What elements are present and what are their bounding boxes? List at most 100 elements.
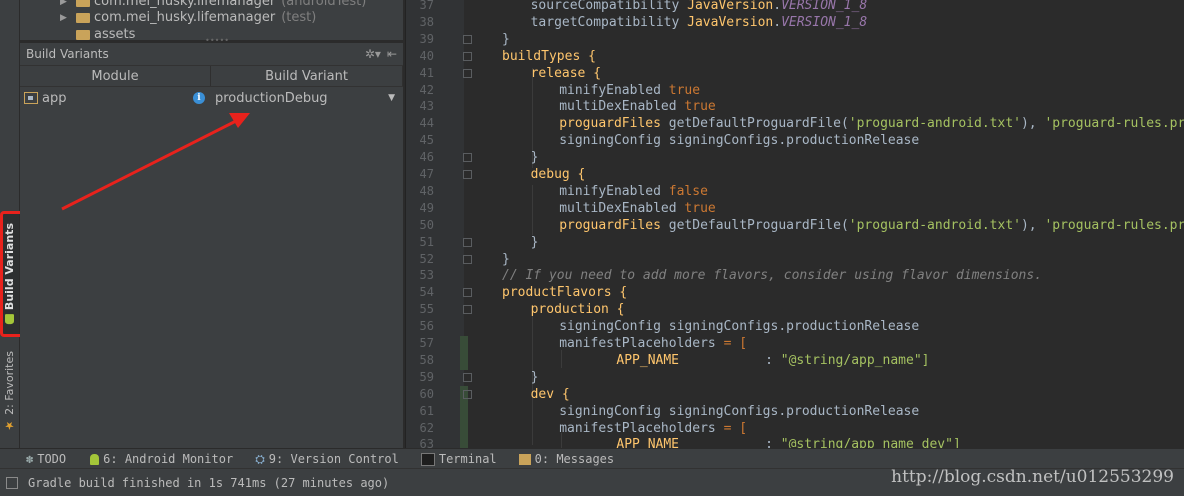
table-header: Module Build Variant [20,66,403,87]
code-line[interactable]: 39} [406,31,1184,48]
line-number: 53 [419,268,434,283]
todo-icon: ✽ [26,452,34,466]
fold-marker-icon[interactable] [463,170,472,179]
fold-marker-icon[interactable] [463,68,472,78]
fold-marker-icon[interactable] [463,389,472,399]
code-line[interactable]: 41 release { [406,65,1184,82]
code-line[interactable]: 45 signingConfig signingConfigs.productio… [406,132,1184,149]
code-line[interactable]: 47 debug { [406,166,1184,183]
build-variant-value: productionDebug [215,90,328,106]
code-line[interactable]: 61 signingConfig signingConfigs.productio… [406,403,1184,420]
code-token: APP_NAME [616,352,766,368]
tab-build-variants[interactable]: Build Variants [0,214,19,334]
gear-icon[interactable]: ✲▾ [365,47,381,61]
code-text: } [502,251,510,268]
line-number: 62 [419,420,434,435]
code-text: signingConfig signingConfigs.productionR… [559,403,919,420]
build-variants-panel: Build Variants ✲▾ ⇤ Module Build Variant… [20,42,403,449]
code-line[interactable]: 56 signingConfig signingConfigs.productio… [406,318,1184,335]
code-text: buildTypes { [502,48,596,65]
code-token: buildTypes { [502,48,596,64]
code-token: signingConfig signingConfigs.productionR… [559,403,920,419]
code-token: true [684,99,716,115]
code-line[interactable]: 55 production { [406,301,1184,318]
code-line[interactable]: 37 sourceCompatibility JavaVersion.VERSIO… [406,0,1184,14]
hide-panel-icon[interactable]: ⇤ [387,47,397,61]
fold-marker-icon[interactable] [463,153,472,163]
code-line[interactable]: 44 proguardFiles getDefaultProguardFile('… [406,115,1184,132]
line-number: 37 [419,0,434,12]
code-token: productFlavors { [502,285,628,301]
code-line[interactable]: 53 // If you need to add more flavors, co… [406,267,1184,284]
expand-arrow-icon[interactable]: ▶ [60,0,76,7]
android-icon [5,314,14,325]
code-line[interactable]: 62 manifestPlaceholders = [ [406,420,1184,437]
code-editor[interactable]: 37 sourceCompatibility JavaVersion.VERSIO… [405,0,1184,448]
code-text: } [531,234,539,251]
fold-marker-icon[interactable] [463,34,472,44]
code-line[interactable]: 40 buildTypes { [406,48,1184,65]
code-token: } [530,234,539,250]
code-token: 'proguard-rules.pro' [1044,217,1184,233]
toggle-tool-windows-icon[interactable] [6,476,18,489]
fold-marker-icon[interactable] [463,372,472,382]
fold-marker-icon[interactable] [463,288,472,298]
tree-item-label: com.mei_husky.lifemanager [94,10,276,25]
code-line[interactable]: 57 manifestPlaceholders = [ [406,335,1184,352]
tab-android-monitor[interactable]: 6: Android Monitor [90,452,233,466]
expand-arrow-icon[interactable]: ▶ [60,13,76,23]
code-line[interactable]: 42 minifyEnabled true [406,82,1184,99]
code-text: manifestPlaceholders = [ [559,335,747,352]
code-text: signingConfig signingConfigs.productionR… [559,132,919,149]
package-folder-icon [76,12,90,23]
line-number: 56 [419,319,434,334]
code-token: minifyEnabled [559,183,669,199]
tab-messages[interactable]: 0: Messages [518,452,614,466]
code-line[interactable]: 49 multiDexEnabled true [406,200,1184,217]
build-variant-dropdown[interactable]: productionDebug ▼ [211,87,403,109]
code-text: } [502,31,510,48]
code-line[interactable]: 50 proguardFiles getDefaultProguardFile('… [406,217,1184,234]
fold-marker-icon[interactable] [463,305,472,315]
tree-item-assets[interactable]: assets [60,26,135,43]
code-text: sourceCompatibility JavaVersion.VERSION_… [531,0,868,14]
tree-item-label: assets [94,27,136,42]
code-line[interactable]: 38 targetCompatibility JavaVersion.VERSIO… [406,14,1184,31]
module-cell[interactable]: app i [20,87,211,109]
code-line[interactable]: 51} [406,234,1184,251]
tree-item-label: com.mei_husky.lifemanager [94,0,276,9]
table-row: app i productionDebug ▼ [20,87,403,109]
code-token: "@string/app_name_dev"] [780,437,961,448]
column-header-build-variant[interactable]: Build Variant [211,66,403,86]
code-line[interactable]: 59} [406,369,1184,386]
code-line[interactable]: 46} [406,149,1184,166]
code-line[interactable]: 60 dev { [406,386,1184,403]
tab-favorites[interactable]: ★ 2: Favorites [0,343,19,439]
watermark: http://blog.csdn.net/u012553299 [891,467,1174,487]
code-line[interactable]: 48 minifyEnabled false [406,183,1184,200]
line-number: 55 [419,302,434,317]
code-line[interactable]: 52} [406,251,1184,268]
code-line[interactable]: 63 APP_NAME : "@string/app_name_dev"] [406,436,1184,448]
info-icon[interactable]: i [193,92,205,104]
line-number: 44 [419,116,434,131]
dropdown-arrow-icon[interactable]: ▼ [388,93,395,103]
code-token: "@string/app_name"] [780,352,930,368]
code-text: } [531,369,539,386]
tab-version-control[interactable]: ⛭ 9: Version Control [255,452,399,467]
code-token: proguardFiles [559,217,669,233]
fold-marker-icon[interactable] [463,254,472,264]
code-line[interactable]: 54 productFlavors { [406,284,1184,301]
tab-terminal[interactable]: Terminal [420,452,497,466]
code-line[interactable]: 58 APP_NAME : "@string/app_name"] [406,352,1184,369]
tree-item-test[interactable]: ▶ com.mei_husky.lifemanager (test) [60,9,316,26]
column-header-module[interactable]: Module [20,66,211,86]
fold-marker-icon[interactable] [463,237,472,247]
code-token: manifestPlaceholders [559,420,724,436]
status-message: Gradle build finished in 1s 741ms (27 mi… [28,475,390,490]
tab-todo[interactable]: ✽ TODO [26,452,66,466]
version-control-label: 9: Version Control [268,452,399,466]
fold-marker-icon[interactable] [463,51,472,61]
code-line[interactable]: 43 multiDexEnabled true [406,98,1184,115]
code-text: proguardFiles getDefaultProguardFile('pr… [559,115,1184,132]
